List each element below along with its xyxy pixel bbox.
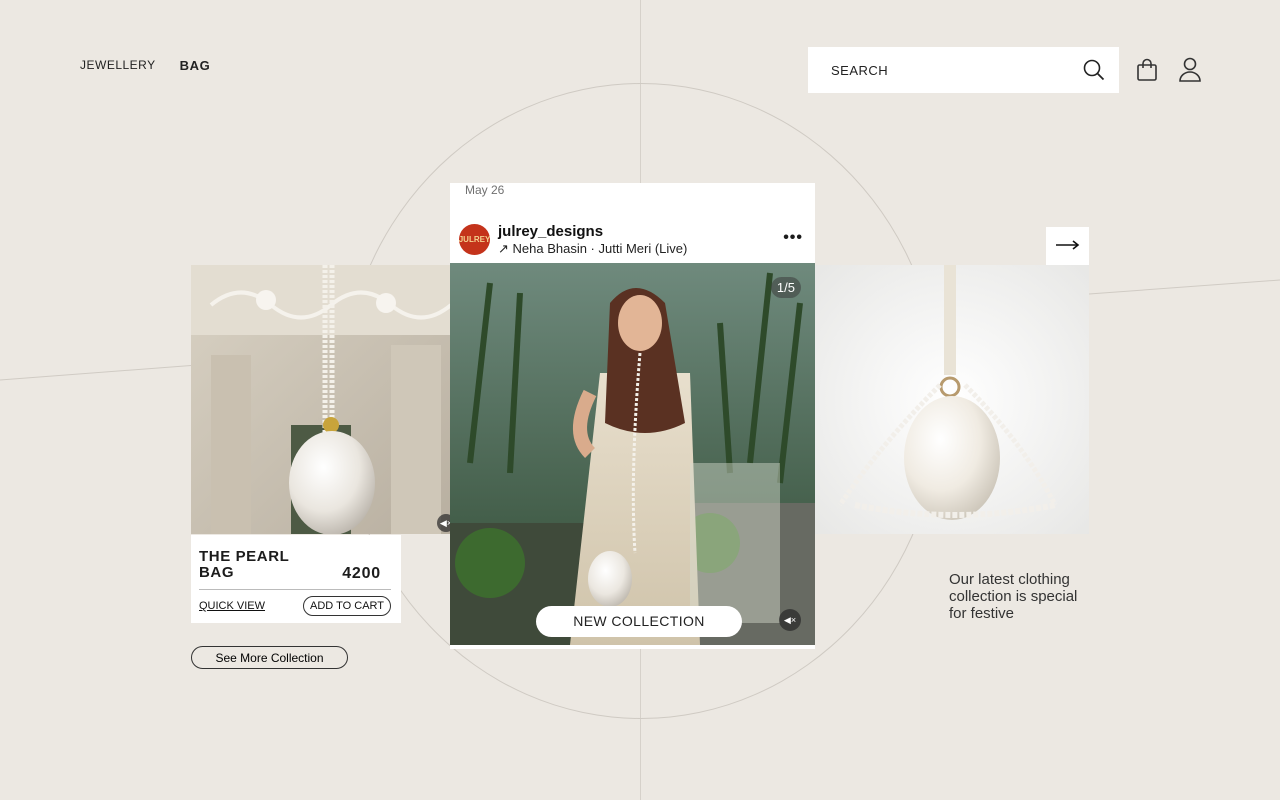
product-info-card: THE PEARL BAG 4200 QUICK VIEW ADD TO CAR…	[191, 535, 401, 623]
divider	[199, 589, 391, 590]
post-date: May 26	[465, 183, 505, 197]
quick-view-link[interactable]: QUICK VIEW	[199, 600, 265, 612]
product-title: THE PEARL BAG	[199, 548, 290, 581]
add-to-cart-button[interactable]: ADD TO CART	[303, 596, 391, 616]
search-input[interactable]: SEARCH	[808, 47, 1119, 93]
top-nav: JEWELLERY BAG	[80, 58, 210, 73]
post-handle[interactable]: julrey_designs	[498, 223, 603, 240]
new-collection-button[interactable]: NEW COLLECTION	[536, 606, 742, 637]
nav-bag[interactable]: BAG	[180, 58, 211, 73]
search-icon[interactable]	[1083, 59, 1105, 86]
shopping-bag-icon[interactable]	[1136, 58, 1158, 87]
post-audio-track[interactable]: ↗ Neha Bhasin · Jutti Meri (Live)	[498, 241, 687, 257]
product-price: 4200	[342, 565, 381, 582]
slide-counter: 1/5	[770, 277, 801, 298]
see-more-collection-button[interactable]: See More Collection	[191, 646, 348, 669]
post-image[interactable]: 1/5 NEW COLLECTION ◀×	[450, 263, 815, 645]
search-placeholder: SEARCH	[831, 62, 889, 78]
more-options-icon[interactable]: •••	[783, 229, 803, 247]
mute-icon[interactable]: ◀×	[779, 609, 801, 631]
collection-tagline: Our latest clothing collection is specia…	[949, 571, 1078, 622]
social-post-card: May 26 JULREY julrey_designs ↗ Neha Bhas…	[450, 183, 815, 649]
arrow-right-icon	[1055, 237, 1080, 255]
nav-jewellery[interactable]: JEWELLERY	[80, 58, 156, 73]
next-arrow-button[interactable]	[1046, 227, 1089, 265]
pearl-bag-studio-image[interactable]	[815, 265, 1089, 534]
avatar[interactable]: JULREY	[459, 224, 490, 255]
pearl-bag-product-image[interactable]: ◀×	[191, 265, 464, 534]
user-icon[interactable]	[1178, 57, 1202, 87]
